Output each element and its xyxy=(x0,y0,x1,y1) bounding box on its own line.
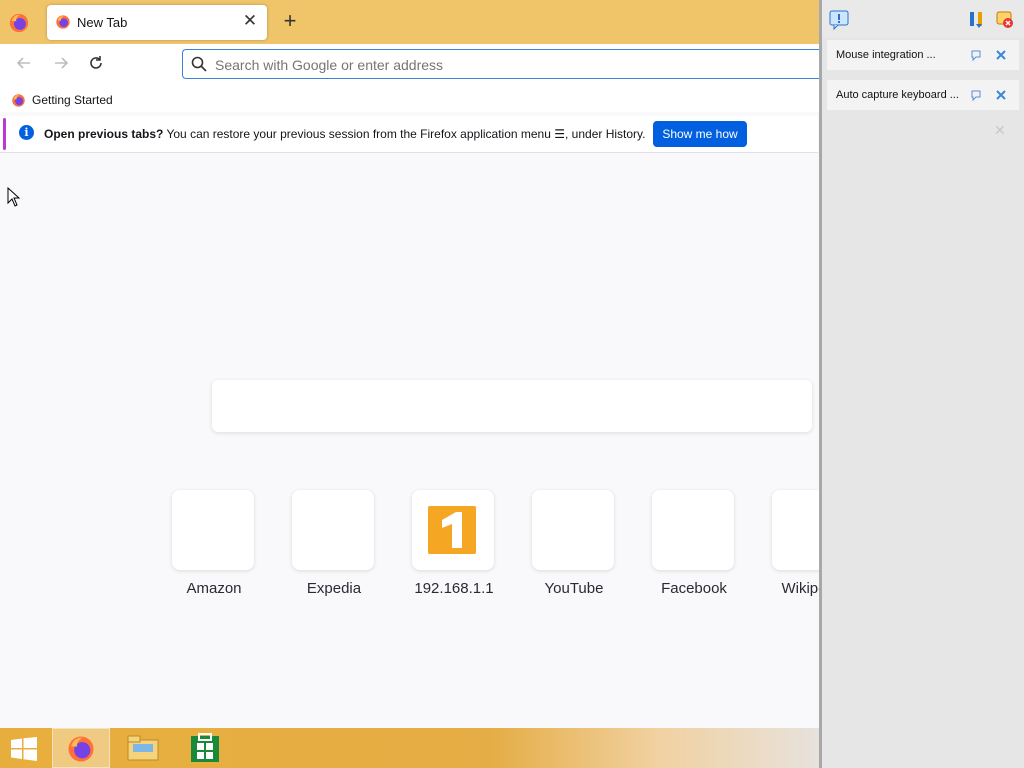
firefox-icon xyxy=(56,15,70,29)
top-site-label: Facebook xyxy=(661,580,727,597)
taskbar-file-explorer[interactable] xyxy=(114,728,172,768)
top-site-label: Expedia xyxy=(306,580,362,597)
top-site-label: Amazon xyxy=(186,580,242,597)
top-site-tile xyxy=(412,490,494,570)
notification-bold: Open previous tabs? xyxy=(44,127,164,141)
top-site-youtube[interactable]: YouTube xyxy=(532,490,616,597)
newtab-search-box[interactable] xyxy=(212,380,812,432)
close-tab-icon[interactable]: ✕ xyxy=(241,12,259,30)
mouse-cursor-icon xyxy=(7,187,21,207)
close-icon[interactable] xyxy=(994,48,1008,62)
notification-accent xyxy=(3,118,6,150)
taskbar-store[interactable] xyxy=(176,728,234,768)
dismiss-all-icon[interactable] xyxy=(995,10,1015,30)
back-icon[interactable] xyxy=(13,54,35,76)
vm-notification-panel: Mouse integration ... Auto capture keybo… xyxy=(819,0,1024,768)
bookmarks-toolbar: Getting Started xyxy=(0,86,820,112)
store-icon xyxy=(191,733,219,762)
bookmark-getting-started[interactable]: Getting Started xyxy=(11,91,113,109)
top-site-tile xyxy=(172,490,254,570)
sort-icon[interactable] xyxy=(967,10,987,30)
pin-icon[interactable] xyxy=(970,48,984,62)
notification-label: Auto capture keyboard ... xyxy=(836,89,959,101)
windows-taskbar xyxy=(0,728,819,768)
restore-session-notification: i Open previous tabs? You can restore yo… xyxy=(0,116,818,153)
top-site-facebook[interactable]: Facebook xyxy=(652,490,736,597)
tab-strip: New Tab ✕ + xyxy=(0,0,820,44)
close-icon[interactable] xyxy=(994,88,1008,102)
search-icon xyxy=(191,56,207,72)
notification-message: Open previous tabs? You can restore your… xyxy=(44,127,645,141)
windows-start-icon[interactable] xyxy=(11,737,37,761)
firefox-menu-icon[interactable] xyxy=(8,12,30,34)
navigation-toolbar xyxy=(0,44,822,86)
forward-icon[interactable] xyxy=(50,54,72,76)
top-site-tile xyxy=(652,490,734,570)
router-logo-icon xyxy=(428,506,476,554)
address-bar[interactable] xyxy=(182,49,822,79)
notification-auto-capture-keyboard[interactable]: Auto capture keyboard ... xyxy=(827,80,1019,110)
bookmark-label: Getting Started xyxy=(32,93,113,107)
panel-header xyxy=(822,0,1024,38)
reload-icon[interactable] xyxy=(85,54,107,76)
url-input[interactable] xyxy=(213,53,807,77)
firefox-icon xyxy=(12,93,25,107)
pin-icon[interactable] xyxy=(970,88,984,102)
tab-title: New Tab xyxy=(77,15,128,30)
new-tab-page xyxy=(0,156,818,728)
top-site-tile xyxy=(292,490,374,570)
notification-mouse-integration[interactable]: Mouse integration ... xyxy=(827,40,1019,70)
notification-text: You can restore your previous session fr… xyxy=(166,127,646,141)
top-site-router[interactable]: 192.168.1.1 xyxy=(412,490,496,597)
taskbar-firefox[interactable] xyxy=(52,728,110,768)
notification-label: Mouse integration ... xyxy=(836,49,936,61)
show-me-how-button[interactable]: Show me how xyxy=(653,121,747,147)
top-site-label: YouTube xyxy=(544,580,604,597)
panel-close-icon[interactable]: ✕ xyxy=(994,122,1006,139)
info-icon: i xyxy=(19,125,34,140)
top-site-label: 192.168.1.1 xyxy=(414,580,494,597)
top-site-amazon[interactable]: Amazon xyxy=(172,490,256,597)
new-tab-plus-icon[interactable]: + xyxy=(280,10,300,32)
file-explorer-icon xyxy=(127,735,159,761)
firefox-icon xyxy=(68,736,94,762)
message-icon[interactable] xyxy=(829,10,849,30)
tab-new-tab[interactable]: New Tab ✕ xyxy=(47,5,267,40)
top-site-tile xyxy=(532,490,614,570)
top-site-expedia[interactable]: Expedia xyxy=(292,490,376,597)
